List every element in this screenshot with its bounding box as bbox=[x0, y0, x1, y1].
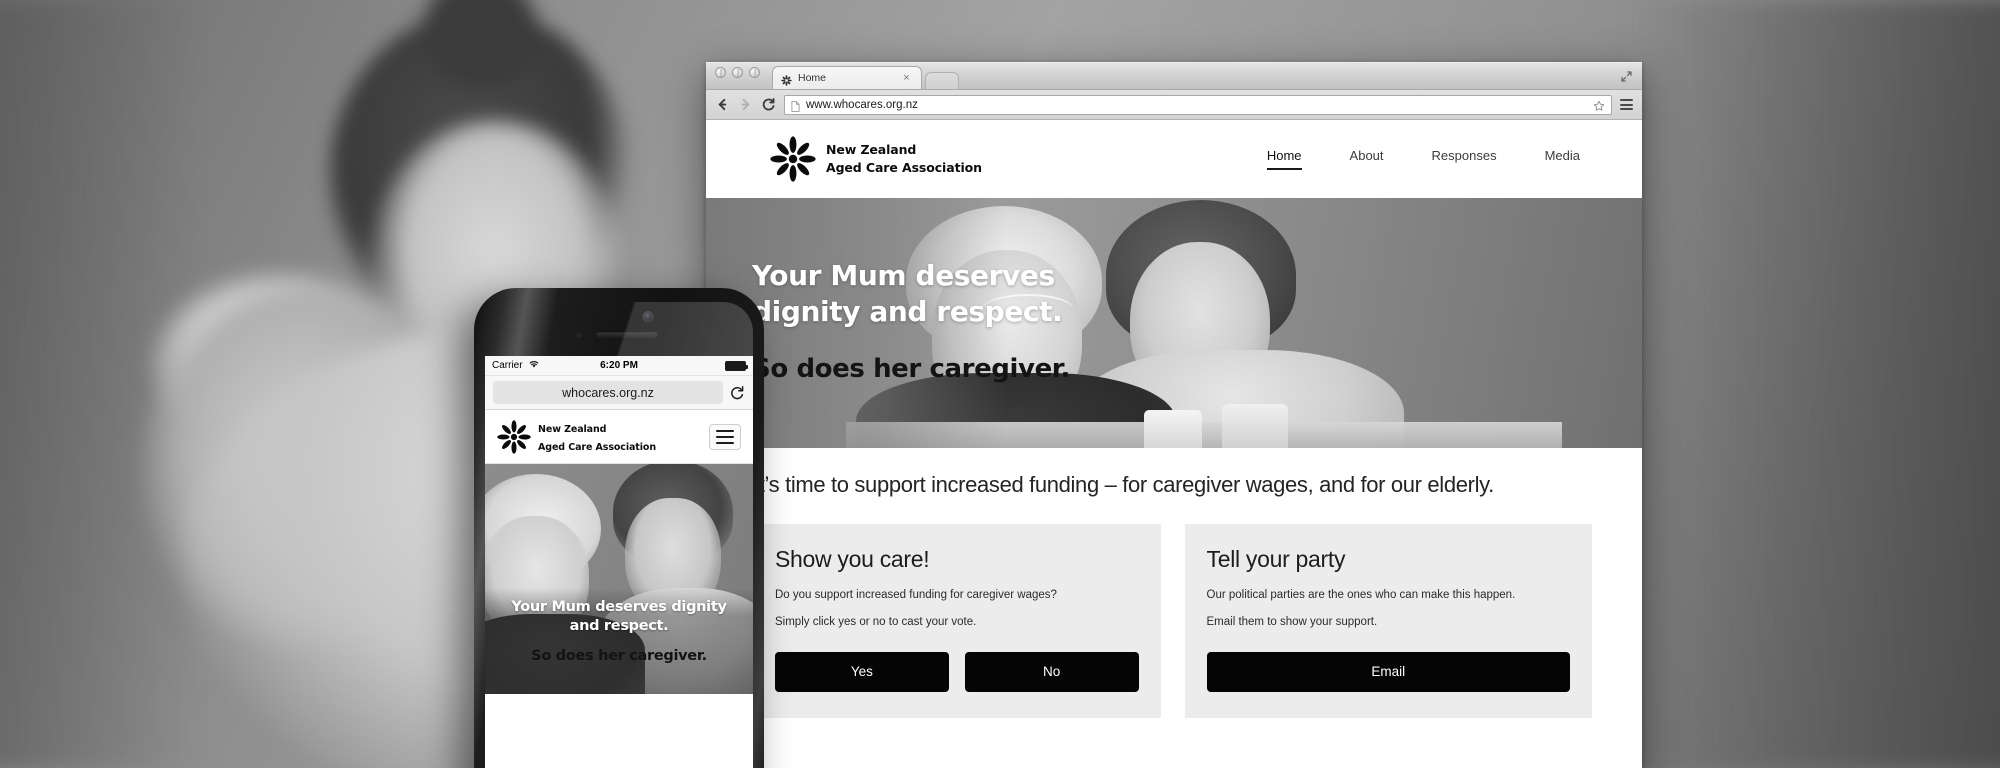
mobile-hero-headline-line-2: and respect. bbox=[569, 617, 669, 634]
hero-banner: Your Mum deserves dignity and respect. S… bbox=[706, 198, 1642, 448]
cards-row: Show you care! Do you support increased … bbox=[753, 524, 1592, 718]
phone-screen: Carrier 6:20 PM whocares.org.nz New Zeal… bbox=[485, 356, 753, 768]
flower-logo-icon bbox=[770, 136, 816, 182]
proximity-sensor bbox=[576, 333, 582, 338]
mobile-url-field[interactable]: whocares.org.nz bbox=[493, 381, 723, 404]
new-tab-button[interactable] bbox=[925, 72, 959, 89]
email-button[interactable]: Email bbox=[1206, 651, 1570, 692]
browser-tab-home[interactable]: Home × bbox=[772, 66, 922, 89]
star-icon[interactable] bbox=[1593, 99, 1605, 111]
nav-item-home[interactable]: Home bbox=[1266, 148, 1302, 170]
site-logo-wordmark: New Zealand Aged Care Association bbox=[826, 141, 982, 177]
mobile-hero-subheadline: So does her caregiver. bbox=[531, 648, 707, 665]
card-show-you-care: Show you care! Do you support increased … bbox=[753, 524, 1161, 718]
background-vignette-right bbox=[1620, 0, 2000, 768]
card-title: Tell your party bbox=[1206, 546, 1346, 572]
email-action: Email bbox=[1206, 651, 1570, 692]
earpiece-speaker bbox=[596, 331, 658, 338]
mobile-logo-wordmark: New Zealand Aged Care Association bbox=[538, 419, 656, 455]
wifi-icon bbox=[528, 359, 540, 372]
maximize-window-button[interactable] bbox=[749, 66, 760, 78]
hamburger-menu-icon[interactable] bbox=[709, 423, 741, 450]
status-bar-left: Carrier bbox=[492, 359, 600, 372]
desktop-browser-window: Home × www.whocares.org.nz New Zealand A… bbox=[706, 62, 1642, 768]
expand-arrows-icon[interactable] bbox=[1620, 70, 1633, 83]
card-title: Show you care! bbox=[775, 546, 930, 572]
card-body-line-2: Simply click yes or no to cast your vote… bbox=[775, 616, 977, 629]
page-tagline: It’s time to support increased funding –… bbox=[753, 472, 1494, 497]
front-camera-icon bbox=[643, 312, 653, 321]
page-document-icon bbox=[791, 99, 800, 112]
battery-full-icon bbox=[725, 360, 749, 371]
nav-item-about[interactable]: About bbox=[1350, 148, 1384, 170]
mobile-status-bar: Carrier 6:20 PM bbox=[485, 356, 753, 376]
close-icon[interactable]: × bbox=[901, 72, 912, 84]
background-vignette-left bbox=[0, 0, 200, 768]
main-content: It’s time to support increased funding –… bbox=[706, 448, 1642, 768]
screenshot-stage: Home × www.whocares.org.nz New Zealand A… bbox=[0, 0, 2000, 768]
mobile-hero-banner: Your Mum deserves dignity and respect. S… bbox=[485, 464, 753, 694]
url-text[interactable]: www.whocares.org.nz bbox=[806, 99, 1587, 111]
mobile-site-logo[interactable]: New Zealand Aged Care Association bbox=[497, 419, 656, 455]
mobile-logo-line-2: Aged Care Association bbox=[538, 441, 656, 453]
mobile-logo-line-1: New Zealand bbox=[538, 423, 607, 435]
flower-favicon bbox=[781, 73, 792, 86]
hero-cup bbox=[1144, 410, 1202, 448]
status-bar-right bbox=[638, 360, 749, 371]
minimize-window-button[interactable] bbox=[732, 66, 743, 78]
address-bar[interactable]: www.whocares.org.nz bbox=[784, 94, 1612, 115]
flower-logo-icon bbox=[497, 419, 531, 454]
vote-buttons: Yes No bbox=[775, 651, 1139, 692]
hero-sugar-bowl bbox=[1222, 404, 1288, 448]
mobile-hero-headline-line-1: Your Mum deserves dignity bbox=[511, 599, 727, 615]
carrier-label: Carrier bbox=[492, 360, 523, 371]
hero-copy: Your Mum deserves dignity and respect. S… bbox=[752, 258, 1070, 387]
site-navigation: Home About Responses Media bbox=[1266, 148, 1580, 170]
close-window-button[interactable] bbox=[715, 66, 726, 78]
logo-line-1: New Zealand bbox=[826, 142, 917, 158]
hero-subheadline: So does her caregiver. bbox=[752, 353, 1071, 384]
hero-headline-line-2: dignity and respect. bbox=[752, 295, 1063, 329]
logo-line-2: Aged Care Association bbox=[826, 160, 982, 175]
browser-titlebar: Home × bbox=[706, 62, 1642, 90]
card-body-line-2: Email them to show your support. bbox=[1206, 616, 1378, 629]
reload-icon[interactable] bbox=[761, 97, 776, 112]
card-body-line-1: Our political parties are the ones who c… bbox=[1206, 589, 1516, 601]
nav-item-responses[interactable]: Responses bbox=[1432, 148, 1497, 170]
nav-item-media[interactable]: Media bbox=[1545, 148, 1580, 170]
hamburger-menu-icon[interactable] bbox=[1620, 99, 1633, 110]
screen-glare bbox=[485, 302, 753, 356]
browser-toolbar: www.whocares.org.nz bbox=[706, 90, 1642, 120]
site-header: New Zealand Aged Care Association Home A… bbox=[706, 120, 1642, 198]
forward-arrow-icon[interactable] bbox=[738, 97, 753, 112]
back-arrow-icon[interactable] bbox=[715, 97, 730, 112]
browser-tabstrip: Home × bbox=[772, 61, 959, 89]
mobile-hero-copy: Your Mum deserves dignity and respect. S… bbox=[485, 588, 753, 694]
reload-icon[interactable] bbox=[729, 385, 745, 401]
card-tell-your-party: Tell your party Our political parties ar… bbox=[1184, 524, 1592, 718]
window-traffic-lights bbox=[715, 61, 760, 89]
vote-no-button[interactable]: No bbox=[964, 651, 1139, 692]
mobile-phone-mockup: Carrier 6:20 PM whocares.org.nz New Zeal… bbox=[474, 288, 764, 768]
status-bar-time: 6:20 PM bbox=[600, 360, 638, 371]
mobile-site-header: New Zealand Aged Care Association bbox=[485, 410, 753, 464]
site-logo[interactable]: New Zealand Aged Care Association bbox=[770, 136, 982, 182]
mobile-browser-urlbar: whocares.org.nz bbox=[485, 376, 753, 410]
hero-headline-line-1: Your Mum deserves bbox=[752, 259, 1055, 292]
browser-tab-title: Home bbox=[798, 72, 827, 84]
vote-yes-button[interactable]: Yes bbox=[775, 651, 949, 692]
phone-top-bezel bbox=[485, 302, 753, 356]
card-body-line-1: Do you support increased funding for car… bbox=[775, 589, 1057, 601]
